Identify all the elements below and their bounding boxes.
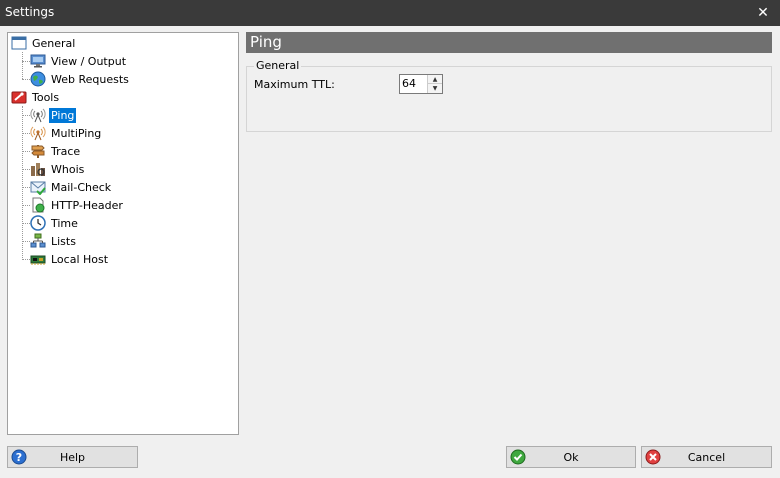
tree-item-web-requests[interactable]: Web Requests — [30, 70, 131, 88]
title-bar: Settings ✕ — [0, 0, 780, 26]
check-icon — [510, 449, 526, 465]
mail-check-icon — [30, 181, 46, 195]
tree-line — [22, 187, 30, 188]
tree-item-http-header[interactable]: HTTP-Header — [30, 196, 125, 214]
tree-item-whois[interactable]: Whois — [30, 160, 86, 178]
cancel-button[interactable]: Cancel — [641, 446, 772, 468]
tree-line — [22, 133, 30, 134]
maximum-ttl-value[interactable]: 64 — [402, 77, 416, 90]
general-groupbox: General Maximum TTL: 64 ▲ ▼ — [246, 59, 772, 132]
cancel-icon — [645, 449, 661, 465]
spin-down-button[interactable]: ▼ — [428, 84, 442, 93]
globe-icon — [30, 71, 46, 87]
maximum-ttl-label: Maximum TTL: — [254, 78, 335, 91]
signpost-icon — [31, 145, 45, 158]
panel-header: Ping — [246, 32, 772, 53]
multiping-icon — [30, 126, 46, 141]
tree-item-trace[interactable]: Trace — [30, 142, 82, 160]
settings-tree[interactable]: General View / Output Web Requests Tools — [7, 32, 239, 435]
tree-item-mail-check[interactable]: Mail-Check — [30, 178, 113, 196]
spin-buttons: ▲ ▼ — [427, 75, 442, 93]
group-title: General — [254, 59, 302, 72]
clock-icon — [30, 215, 46, 231]
settings-content-panel: Ping General Maximum TTL: 64 ▲ ▼ — [246, 32, 772, 435]
tree-line — [22, 241, 30, 242]
tree-line — [22, 259, 30, 260]
tree-item-multiping[interactable]: MultiPing — [30, 124, 103, 142]
tree-line — [22, 106, 23, 260]
tools-icon — [11, 91, 27, 104]
help-button[interactable]: ? Help — [7, 446, 138, 468]
tree-item-ping[interactable]: Ping — [30, 106, 77, 124]
tree-line — [22, 79, 30, 80]
ping-icon — [30, 108, 46, 123]
tree-line — [22, 169, 30, 170]
whois-icon — [31, 163, 45, 176]
tree-item-lists[interactable]: Lists — [30, 232, 78, 250]
tree-line — [22, 151, 30, 152]
tree-item-view-output[interactable]: View / Output — [30, 52, 128, 70]
tree-line — [22, 52, 23, 79]
window-icon — [11, 36, 27, 50]
close-button[interactable]: ✕ — [746, 0, 780, 26]
help-icon: ? — [11, 449, 27, 465]
tree-item-tools[interactable]: Tools — [11, 88, 61, 106]
window-title: Settings — [5, 5, 55, 19]
lists-icon — [30, 233, 46, 248]
svg-text:?: ? — [16, 451, 22, 464]
tree-line — [22, 115, 30, 116]
monitor-icon — [30, 54, 46, 68]
tree-line — [22, 223, 30, 224]
tree-item-general[interactable]: General — [11, 34, 77, 52]
tree-item-local-host[interactable]: Local Host — [30, 250, 110, 268]
tree-line — [22, 205, 30, 206]
network-card-icon — [30, 255, 46, 265]
spin-up-button[interactable]: ▲ — [428, 75, 442, 84]
ok-button[interactable]: Ok — [506, 446, 636, 468]
close-icon: ✕ — [757, 5, 769, 21]
http-header-icon — [32, 197, 45, 213]
tree-item-time[interactable]: Time — [30, 214, 80, 232]
maximum-ttl-spinbox[interactable]: 64 ▲ ▼ — [399, 74, 443, 94]
tree-line — [22, 61, 30, 62]
